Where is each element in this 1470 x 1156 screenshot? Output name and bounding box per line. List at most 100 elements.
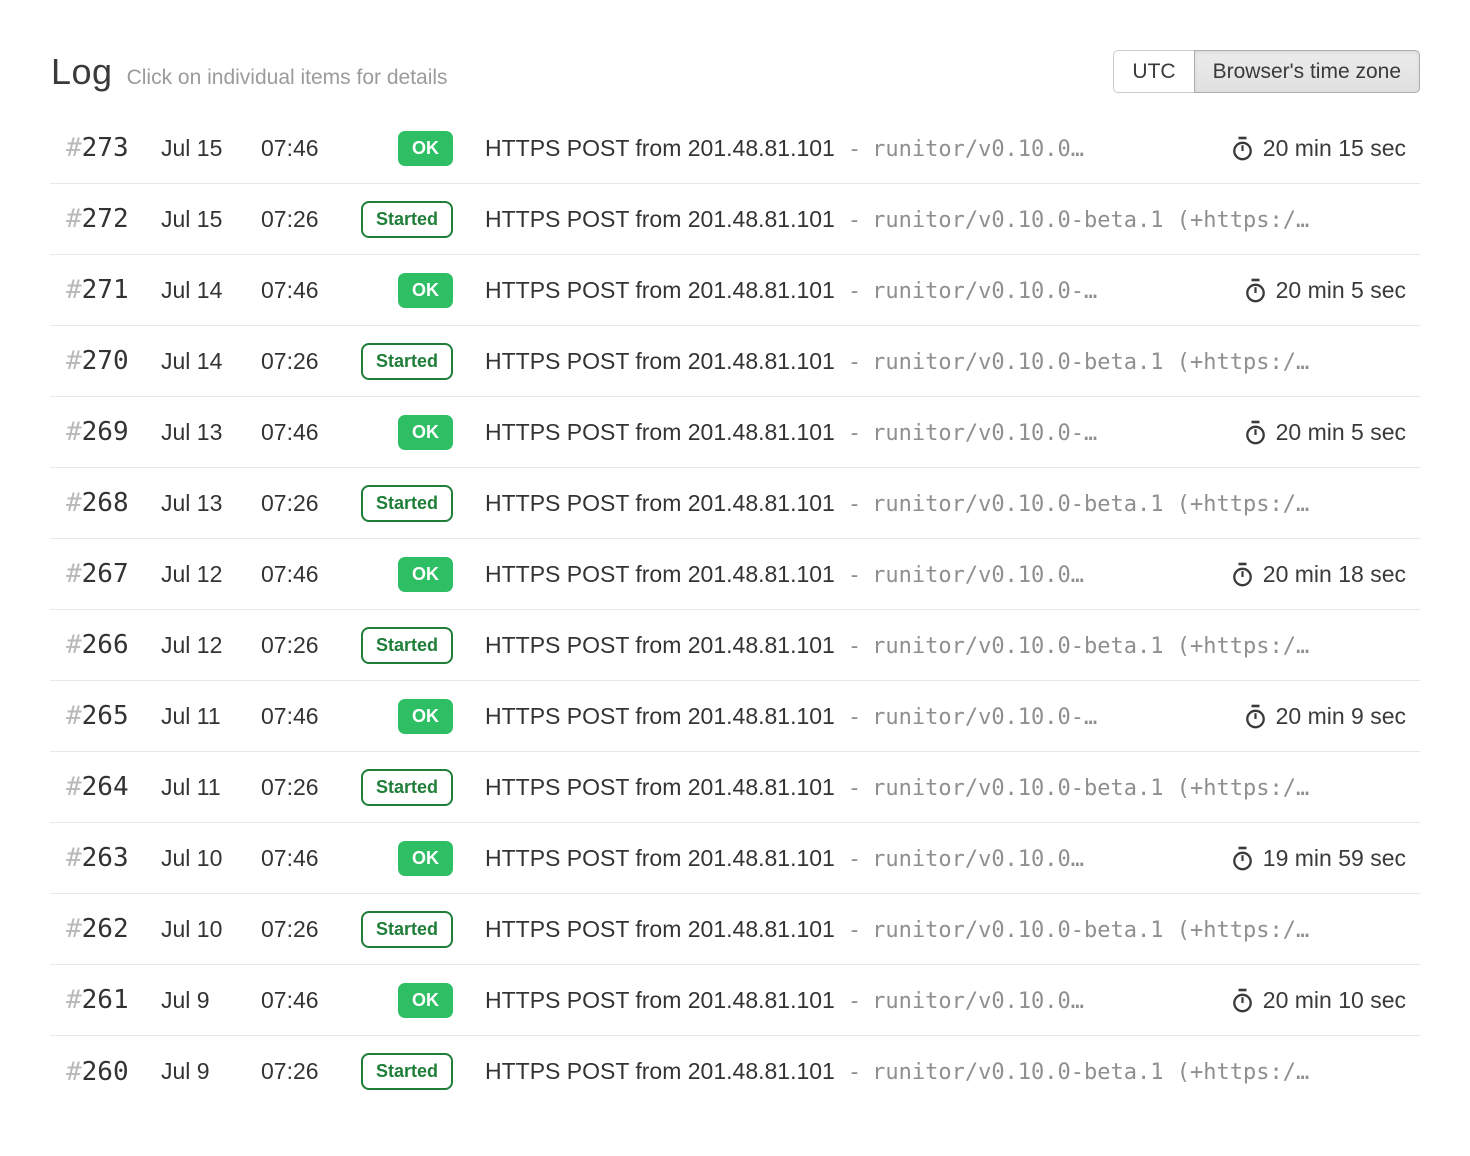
user-agent: runitor/v0.10.0-beta.1 (+https:/… [872,634,1309,659]
duration: 20 min 18 sec [1231,561,1406,588]
event-time: 07:46 [261,845,353,872]
browser-timezone-button[interactable]: Browser's time zone [1194,50,1420,93]
log-row[interactable]: #273 Jul 15 07:46 OK HTTPS POST from 201… [50,113,1420,184]
status-badge-cell: OK [353,557,453,592]
separator-dash: - [848,1060,861,1085]
separator-dash: - [848,492,861,517]
status-badge: OK [398,983,453,1018]
user-agent: runitor/v0.10.0-beta.1 (+https:/… [872,776,1309,801]
status-badge-cell: Started [353,911,453,948]
event-date: Jul 12 [161,561,261,588]
status-badge-cell: OK [353,415,453,450]
event-date: Jul 9 [161,1058,261,1085]
event-number: #263 [50,843,161,873]
log-row[interactable]: #261 Jul 9 07:46 OK HTTPS POST from 201.… [50,965,1420,1036]
log-row[interactable]: #260 Jul 9 07:26 Started HTTPS POST from… [50,1036,1420,1107]
separator-dash: - [848,350,861,375]
hash-prefix: # [66,488,82,518]
event-number: #268 [50,488,161,518]
stopwatch-icon [1231,562,1254,587]
log-row[interactable]: #270 Jul 14 07:26 Started HTTPS POST fro… [50,326,1420,397]
status-badge: Started [361,1053,453,1090]
request-source: HTTPS POST from 201.48.81.101 [485,845,835,872]
separator-dash: - [848,563,861,588]
request-source: HTTPS POST from 201.48.81.101 [485,419,835,446]
status-badge: Started [361,485,453,522]
separator-dash: - [848,776,861,801]
user-agent: runitor/v0.10.0… [872,989,1084,1014]
event-number-value: 265 [82,701,129,731]
user-agent: runitor/v0.10.0… [872,137,1084,162]
log-row[interactable]: #267 Jul 12 07:46 OK HTTPS POST from 201… [50,539,1420,610]
event-description: HTTPS POST from 201.48.81.101 - runitor/… [485,490,1406,517]
status-badge-cell: Started [353,1053,453,1090]
event-description: HTTPS POST from 201.48.81.101 - runitor/… [485,206,1406,233]
status-badge: OK [398,415,453,450]
log-row[interactable]: #269 Jul 13 07:46 OK HTTPS POST from 201… [50,397,1420,468]
event-time: 07:46 [261,419,353,446]
page-subtitle: Click on individual items for details [127,66,448,90]
event-description: HTTPS POST from 201.48.81.101 - runitor/… [485,632,1406,659]
separator-dash: - [848,137,861,162]
request-source: HTTPS POST from 201.48.81.101 [485,916,835,943]
event-time: 07:46 [261,987,353,1014]
separator-dash: - [848,705,861,730]
hash-prefix: # [66,701,82,731]
log-row[interactable]: #265 Jul 11 07:46 OK HTTPS POST from 201… [50,681,1420,752]
event-description: HTTPS POST from 201.48.81.101 - runitor/… [485,774,1406,801]
utc-button[interactable]: UTC [1113,50,1194,93]
duration: 19 min 59 sec [1231,845,1406,872]
event-number-value: 262 [82,914,129,944]
user-agent: runitor/v0.10.0-beta.1 (+https:/… [872,208,1309,233]
duration-value: 19 min 59 sec [1263,845,1406,872]
user-agent: runitor/v0.10.0-… [872,705,1097,730]
user-agent: runitor/v0.10.0-… [872,279,1097,304]
log-row[interactable]: #272 Jul 15 07:26 Started HTTPS POST fro… [50,184,1420,255]
log-row[interactable]: #264 Jul 11 07:26 Started HTTPS POST fro… [50,752,1420,823]
request-source: HTTPS POST from 201.48.81.101 [485,277,835,304]
status-badge-cell: Started [353,769,453,806]
request-source: HTTPS POST from 201.48.81.101 [485,490,835,517]
request-source: HTTPS POST from 201.48.81.101 [485,561,835,588]
stopwatch-icon [1231,136,1254,161]
separator-dash: - [848,634,861,659]
separator-dash: - [848,918,861,943]
duration: 20 min 5 sec [1244,419,1406,446]
status-badge-cell: OK [353,131,453,166]
request-source: HTTPS POST from 201.48.81.101 [485,703,835,730]
duration-value: 20 min 9 sec [1276,703,1406,730]
log-row[interactable]: #268 Jul 13 07:26 Started HTTPS POST fro… [50,468,1420,539]
event-time: 07:26 [261,348,353,375]
event-description: HTTPS POST from 201.48.81.101 - runitor/… [485,277,1230,304]
event-time: 07:26 [261,632,353,659]
hash-prefix: # [66,1057,82,1087]
event-date: Jul 9 [161,987,261,1014]
user-agent: runitor/v0.10.0-beta.1 (+https:/… [872,1060,1309,1085]
event-number-value: 266 [82,630,129,660]
hash-prefix: # [66,204,82,234]
duration: 20 min 15 sec [1231,135,1406,162]
status-badge-cell: Started [353,343,453,380]
event-time: 07:46 [261,277,353,304]
event-time: 07:26 [261,490,353,517]
event-number: #269 [50,417,161,447]
log-row[interactable]: #263 Jul 10 07:46 OK HTTPS POST from 201… [50,823,1420,894]
separator-dash: - [848,208,861,233]
log-row[interactable]: #262 Jul 10 07:26 Started HTTPS POST fro… [50,894,1420,965]
status-badge: OK [398,699,453,734]
hash-prefix: # [66,346,82,376]
duration-value: 20 min 15 sec [1263,135,1406,162]
status-badge: Started [361,627,453,664]
request-source: HTTPS POST from 201.48.81.101 [485,1058,835,1085]
event-date: Jul 11 [161,774,261,801]
status-badge-cell: OK [353,699,453,734]
status-badge: Started [361,343,453,380]
status-badge: OK [398,841,453,876]
event-number-value: 270 [82,346,129,376]
log-row[interactable]: #266 Jul 12 07:26 Started HTTPS POST fro… [50,610,1420,681]
status-badge-cell: OK [353,983,453,1018]
event-number: #272 [50,204,161,234]
log-row[interactable]: #271 Jul 14 07:46 OK HTTPS POST from 201… [50,255,1420,326]
event-number-value: 261 [82,985,129,1015]
request-source: HTTPS POST from 201.48.81.101 [485,774,835,801]
